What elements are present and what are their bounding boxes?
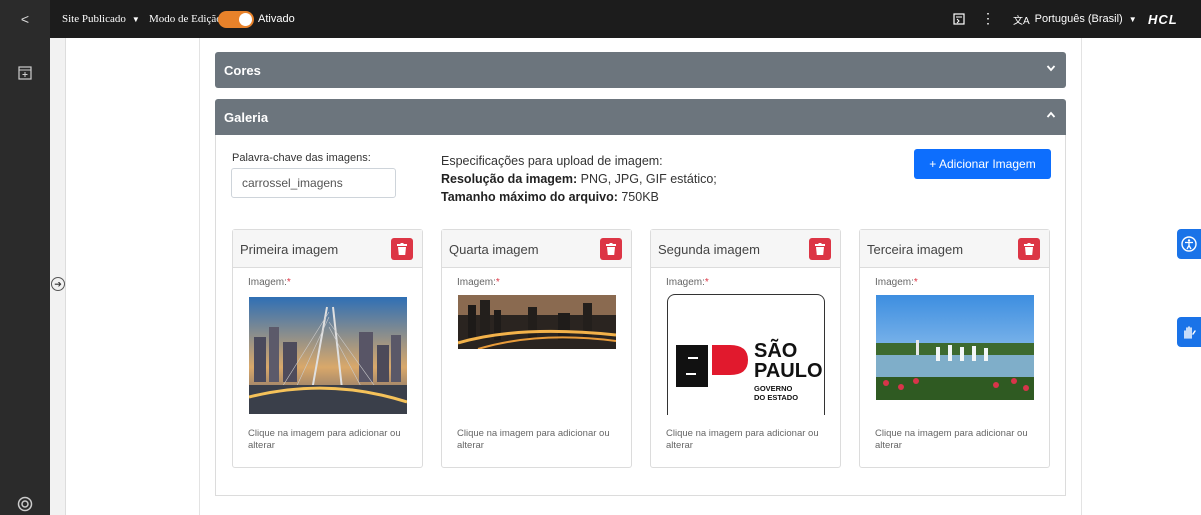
resolution-label: Resolução da imagem: (441, 172, 578, 186)
edit-mode-toggle[interactable] (218, 0, 254, 38)
top-toolbar: < Site Publicado ▼ Modo de Edição: Ativad… (0, 0, 1201, 38)
sign-language-button[interactable] (1177, 317, 1201, 347)
preview-icon[interactable] (953, 0, 965, 38)
keyword-label: Palavra-chave das imagens: (232, 152, 371, 164)
image-card: Terceira imagem Imagem:* Clique na image… (859, 229, 1050, 468)
resolution-value: PNG, JPG, GIF estático; (577, 172, 717, 186)
hand-icon (1184, 326, 1196, 339)
caret-down-icon: ▼ (1128, 14, 1137, 24)
bridge-photo[interactable] (249, 297, 407, 414)
image-label: Imagem: (666, 277, 705, 288)
accessibility-button[interactable] (1177, 229, 1201, 259)
maxsize-value: 750KB (617, 190, 659, 204)
accessibility-icon (1181, 236, 1197, 252)
help-lifebuoy-icon[interactable] (14, 493, 36, 515)
translate-icon: 文A (1013, 15, 1030, 27)
logo-line-1: SÃO (754, 340, 798, 362)
hint-text: Clique na imagem para adicionar ou alter… (248, 428, 401, 451)
image-label: Imagem: (875, 277, 914, 288)
upload-specs: Especificações para upload de imagem: Re… (441, 152, 717, 206)
trash-icon[interactable] (809, 238, 831, 260)
required-mark: * (495, 277, 500, 288)
language-dropdown[interactable]: 文A Português (Brasil) ▼ (1013, 0, 1137, 38)
logo-line-2: PAULO (754, 360, 823, 382)
edit-mode-label: Modo de Edição: (149, 13, 225, 25)
image-card: Segunda imagem Imagem:* SÃO PAULO GOVERN… (650, 229, 841, 468)
hint-text: Clique na imagem para adicionar ou alter… (457, 428, 610, 451)
site-status-dropdown[interactable]: Site Publicado ▼ (62, 0, 140, 38)
accordion-galeria[interactable]: Galeria (215, 99, 1066, 135)
chevron-down-icon (1046, 62, 1056, 76)
keyword-input[interactable]: carrossel_imagens (231, 168, 396, 198)
hcl-logo: HCL (1148, 11, 1178, 27)
left-rail (0, 38, 50, 515)
chevron-up-icon (1046, 109, 1056, 123)
trash-icon[interactable] (1018, 238, 1040, 260)
image-label: Imagem: (457, 277, 496, 288)
trash-icon[interactable] (391, 238, 413, 260)
card-title: Primeira imagem (240, 242, 339, 257)
edit-mode-value: Ativado (258, 13, 295, 25)
add-image-button[interactable]: + Adicionar Imagem (914, 149, 1051, 179)
canvas-divider (199, 38, 200, 515)
card-title: Segunda imagem (658, 242, 760, 257)
spec-title: Especificações para upload de imagem: (441, 154, 663, 168)
required-mark: * (286, 277, 291, 288)
city-night-photo[interactable] (458, 295, 616, 349)
maxsize-label: Tamanho máximo do arquivo: (441, 190, 618, 204)
accordion-cores[interactable]: Cores (215, 52, 1066, 88)
sao-paulo-logo[interactable]: SÃO PAULO GOVERNO DO ESTADO (667, 294, 825, 415)
hint-text: Clique na imagem para adicionar ou alter… (666, 428, 819, 451)
back-button[interactable]: < (0, 0, 50, 38)
accordion-title: Galeria (224, 109, 269, 125)
hint-text: Clique na imagem para adicionar ou alter… (875, 428, 1028, 451)
card-title: Quarta imagem (449, 242, 539, 257)
image-card: Primeira imagem Imagem:* Clique na image… (232, 229, 423, 468)
image-label: Imagem: (248, 277, 287, 288)
chevron-left-icon: < (20, 11, 30, 27)
kebab-menu-icon[interactable]: ⋮ (981, 0, 995, 38)
gallery-panel: Palavra-chave das imagens: carrossel_ima… (215, 135, 1066, 496)
language-label: Português (Brasil) (1034, 13, 1123, 25)
trash-icon[interactable] (600, 238, 622, 260)
site-status-label: Site Publicado (62, 13, 126, 25)
logo-line-4: DO ESTADO (754, 393, 799, 402)
card-title: Terceira imagem (867, 242, 964, 257)
required-mark: * (704, 277, 709, 288)
canvas-divider (1081, 38, 1082, 515)
caret-down-icon: ▼ (131, 14, 140, 24)
image-card: Quarta imagem Imagem:* Clique na imagem … (441, 229, 632, 468)
expand-circle-icon[interactable]: ➔ (51, 277, 65, 291)
accordion-title: Cores (224, 62, 261, 78)
logo-line-3: GOVERNO (754, 384, 793, 393)
required-mark: * (913, 277, 918, 288)
park-fountain-photo[interactable] (876, 295, 1034, 400)
add-panel-icon[interactable] (14, 62, 36, 84)
